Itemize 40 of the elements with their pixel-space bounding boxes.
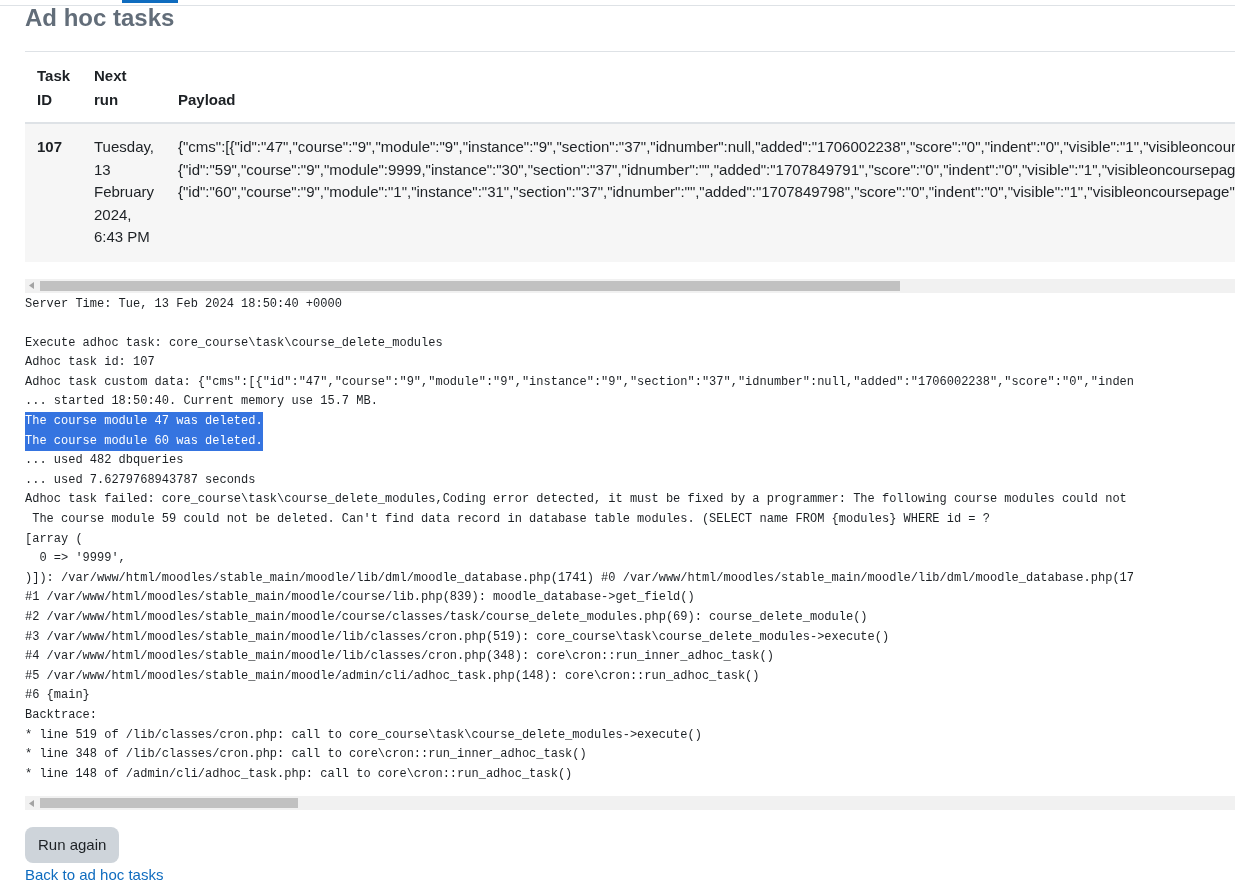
log-line: Backtrace:: [25, 706, 97, 724]
payload-line: {"id":"60","course":"9","module":"1","instance":"31","section":"37","idnumber":"","added":"1707849798","score":"0","indent":"0","visible":"1","visibleoncoursepage": [178, 182, 1235, 202]
active-tab-indicator: [122, 0, 178, 3]
log-line: #6 {main}: [25, 687, 90, 705]
log-line: * line 519 of /lib/classes/cron.php: call to core_course\task\course_delete_modules->execute(): [25, 726, 702, 744]
page-title: Ad hoc tasks: [25, 6, 176, 33]
log-line: Adhoc task custom data: {"cms":[{"id":"47","course":"9","module":"9","instance":"9","section":"37","idnumber":null,"added":"1706002238","score":"0","inden: [25, 373, 1134, 391]
payload-line: {"cms":[{"id":"47","course":"9","module":"9","instance":"9","section":"37","idnumber":null,"added":"1706002238","score":"0","indent":"0","visible":"1","visibleoncour: [178, 137, 1235, 157]
task-id: 107: [37, 138, 63, 155]
column-header: Payload: [178, 90, 236, 110]
next-run: Tuesday, 13 February 2024, 6:43 PM: [94, 138, 155, 245]
scroll-left-icon[interactable]: [29, 282, 34, 289]
log-line: )]): /var/www/html/moodles/stable_main/moodle/lib/dml/moodle_database.php(1741) #0 /var/www/html/moodles/stable_main/moodle/lib/dml/moodle_database.php(17: [25, 569, 1134, 587]
column-header: Next run: [94, 66, 128, 110]
log-line: [array (: [25, 530, 83, 548]
scrollbar-thumb[interactable]: [40, 280, 900, 291]
log-line: ... started 18:50:40. Current memory use 15.7 MB.: [25, 393, 378, 411]
log-line: 0 => '9999',: [38, 550, 126, 568]
log-line: #2 /var/www/html/moodles/stable_main/moodle/course/classes/task/course_delete_modules.php(69): course_delete_module(): [25, 609, 868, 626]
payload-line: {"id":"59","course":"9","module":9999,"instance":"30","section":"37","idnumber":"","added":"1707849791","score":"0","indent":"0","visible":"1","visibleoncoursepag: [178, 159, 1235, 180]
log-line: Server Time: Tue, 13 Feb 2024 18:50:40 +0000: [25, 295, 342, 313]
log-line: ... used 7.6279768943787 seconds: [25, 471, 256, 489]
log-line: #5 /var/www/html/moodles/stable_main/moodle/admin/cli/adhoc_task.php(148): core\cron::run_adhoc_task(): [25, 667, 760, 685]
log-line: The course module 59 could not be deleted. Can't find data record in database table modules. (SELECT name FROM {modules} WHERE id = ?: [31, 511, 990, 529]
log-line: #3 /var/www/html/moodles/stable_main/moodle/lib/classes/cron.php(519): core_course\task\course_delete_modules->execute(): [25, 628, 890, 646]
column-header: Task ID: [37, 66, 71, 110]
run-again-button[interactable]: Run again: [25, 827, 120, 864]
log-line: #4 /var/www/html/moodles/stable_main/moodle/lib/classes/cron.php(348): core\cron::run_inner_adhoc_task(): [25, 648, 774, 666]
log-line: Adhoc task id: 107: [25, 354, 155, 372]
log-line: * line 348 of /lib/classes/cron.php: call to core\cron::run_inner_adhoc_task(): [25, 746, 587, 764]
log-line: Execute adhoc task: core_course\task\course_delete_modules: [25, 334, 443, 352]
log-line: * line 148 of /admin/cli/adhoc_task.php: call to core\cron::run_adhoc_task(): [25, 765, 573, 783]
horizontal-scrollbar[interactable]: [25, 796, 1235, 811]
scrollbar-thumb[interactable]: [40, 798, 298, 809]
log-line: Adhoc task failed: core_course\task\course_delete_modules,Coding error detected, it must be fixed by a programmer: The following course modules could not: [25, 491, 1127, 509]
horizontal-scrollbar[interactable]: [25, 278, 1235, 293]
log-line: #1 /var/www/html/moodles/stable_main/moodle/course/lib.php(839): moodle_database->get_field(): [25, 589, 695, 607]
back-link[interactable]: Back to ad hoc tasks: [25, 864, 164, 886]
scroll-left-icon[interactable]: [29, 799, 34, 807]
log-line: ... used 482 dbqueries: [25, 452, 184, 470]
